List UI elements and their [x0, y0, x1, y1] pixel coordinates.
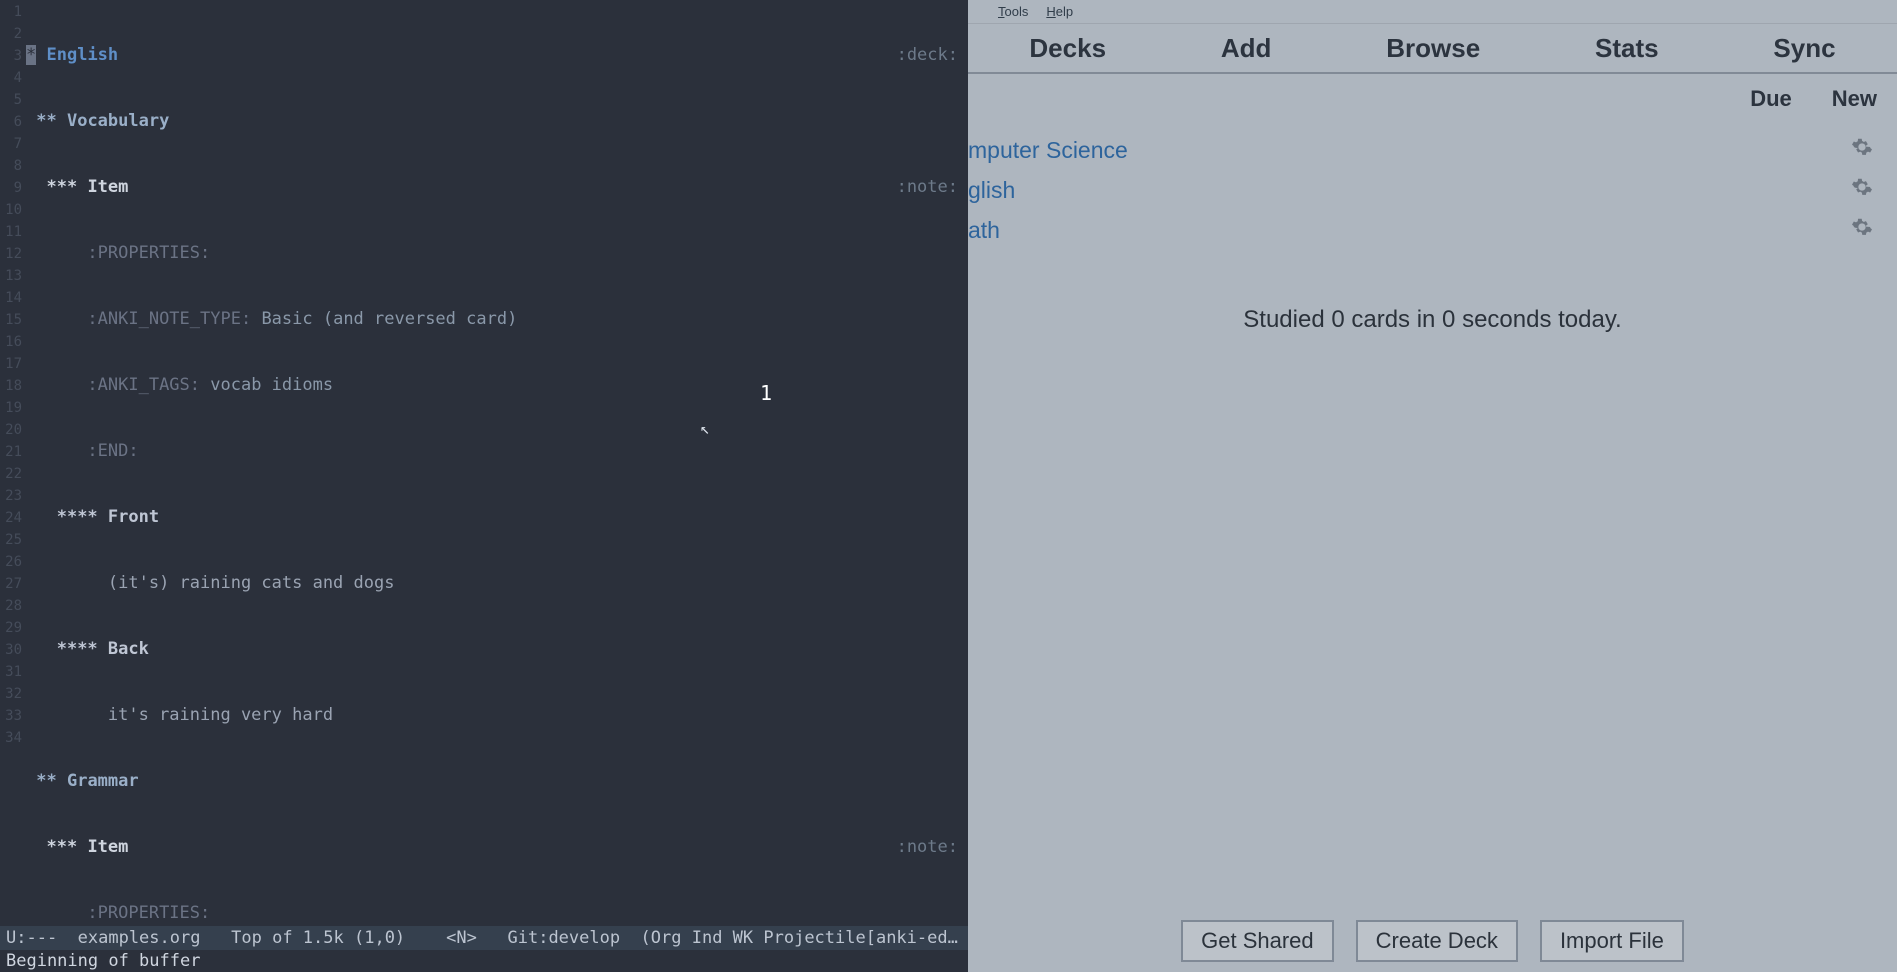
deck-list-header: Due New: [968, 74, 1897, 124]
tab-sync[interactable]: Sync: [1773, 33, 1835, 64]
anki-tabs: Decks Add Browse Stats Sync: [968, 24, 1897, 74]
gear-icon[interactable]: [1851, 176, 1873, 204]
menu-tools[interactable]: Tools: [998, 4, 1028, 19]
gear-icon[interactable]: [1851, 136, 1873, 164]
get-shared-button[interactable]: Get Shared: [1181, 920, 1334, 962]
deck-row[interactable]: glish: [968, 170, 1897, 210]
header-due: Due: [1750, 86, 1792, 112]
import-file-button[interactable]: Import File: [1540, 920, 1684, 962]
emacs-minibuffer: Beginning of buffer: [0, 950, 968, 972]
anki-menu-bar: Tools Help: [968, 0, 1897, 24]
anki-window: Tools Help Decks Add Browse Stats Sync D…: [968, 0, 1897, 972]
header-new: New: [1832, 86, 1877, 112]
emacs-modeline: U:--- examples.org Top of 1.5k (1,0) <N>…: [0, 926, 968, 950]
emacs-editor-pane: 1 2 3 4 5 6 7 8 9 10 11 12 13 14 15 16 1…: [0, 0, 968, 972]
overlay-number: 1: [760, 382, 772, 404]
line-number-gutter: 1 2 3 4 5 6 7 8 9 10 11 12 13 14 15 16 1…: [0, 0, 26, 749]
deck-list: mputer Science glish ath: [968, 124, 1897, 250]
menu-help[interactable]: Help: [1046, 4, 1073, 19]
tab-browse[interactable]: Browse: [1386, 33, 1480, 64]
gear-icon[interactable]: [1851, 216, 1873, 244]
create-deck-button[interactable]: Create Deck: [1356, 920, 1518, 962]
tag-note: :note:: [897, 176, 958, 198]
deck-row[interactable]: ath: [968, 210, 1897, 250]
tab-decks[interactable]: Decks: [1029, 33, 1106, 64]
tag-deck: :deck:: [897, 44, 958, 66]
tab-add[interactable]: Add: [1221, 33, 1272, 64]
tab-stats[interactable]: Stats: [1595, 33, 1659, 64]
deck-name[interactable]: mputer Science: [968, 137, 1851, 164]
anki-bottom-bar: Get Shared Create Deck Import File: [968, 920, 1897, 962]
study-summary: Studied 0 cards in 0 seconds today.: [968, 306, 1897, 334]
deck-row[interactable]: mputer Science: [968, 130, 1897, 170]
code-area[interactable]: * English:deck: ** Vocabulary *** Item:n…: [26, 0, 968, 926]
deck-name[interactable]: glish: [968, 177, 1851, 204]
deck-name[interactable]: ath: [968, 217, 1851, 244]
mouse-cursor-icon: ↖: [700, 418, 710, 440]
